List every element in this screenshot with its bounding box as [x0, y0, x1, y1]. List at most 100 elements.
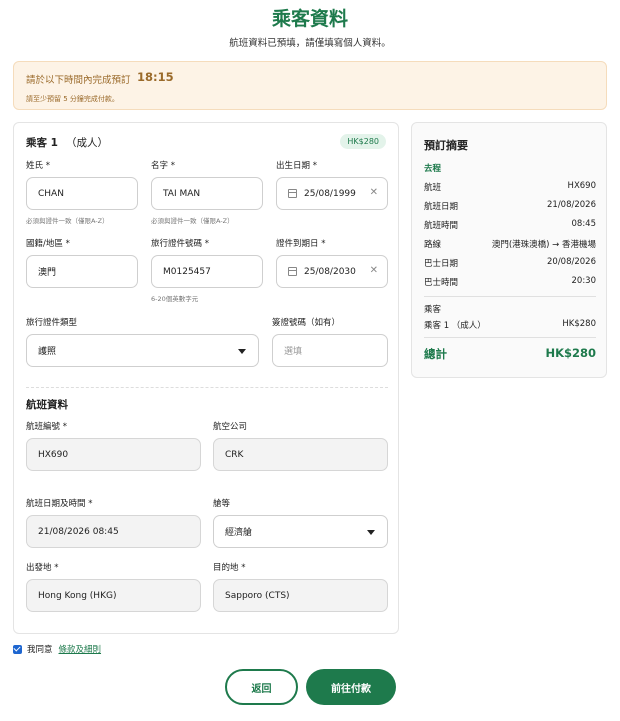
flight-no-label: 航班編號 *: [26, 422, 67, 432]
summary-key: 航班日期: [424, 202, 459, 212]
visa-label: 簽證號碼（如有）: [272, 318, 341, 328]
summary-pax-label: 乘客 1 （成人）: [424, 321, 486, 331]
flight-no-value: HX690: [38, 449, 69, 460]
summary-value: 21/08/2026: [547, 200, 596, 210]
booking-summary-card: 預訂摘要 去程 航班 HX690 航班日期 21/08/2026 航班時間 08:45…: [411, 122, 607, 378]
terms-agreement: 我同意 條款及細則: [13, 643, 101, 655]
summary-pax-header-label: 乘客: [424, 305, 442, 315]
back-button[interactable]: 返回: [225, 669, 298, 705]
cabin-select[interactable]: 經濟艙: [213, 515, 388, 548]
total-label: 總計: [424, 347, 447, 361]
passenger-title: 乘客 1 （成人）: [26, 135, 108, 150]
surname-value: CHAN: [38, 188, 64, 199]
doc-number-label: 旅行證件號碼 *: [151, 239, 209, 249]
surname-hint: 必須與證件一致（僅限A-Z）: [26, 217, 109, 225]
destination-field: Sapporo (CTS): [213, 579, 388, 612]
chevron-down-icon: [367, 530, 375, 535]
timer-banner: 請於以下時間內完成預訂 18:15 請至少預留 5 分鐘完成付款。: [13, 61, 607, 110]
summary-pax-row: 乘客 1 （成人） HK$280: [424, 319, 596, 331]
summary-pax-price: HK$280: [562, 319, 596, 329]
destination-value: Sapporo (CTS): [225, 590, 290, 601]
airline-field: CRK: [213, 438, 388, 471]
doc-type-value: 護照: [38, 347, 57, 357]
dob-label: 出生日期 *: [276, 161, 317, 171]
doc-number-hint: 6-20個英數字元: [151, 295, 199, 303]
flight-section-title: 航班資料: [26, 399, 68, 411]
page-subtitle: 航班資料已預填，請僅填寫個人資料。: [229, 38, 391, 49]
summary-row: 路線 澳門(港珠澳橋) → 香港機場: [424, 238, 596, 250]
airline-value: CRK: [225, 449, 244, 460]
flight-no-field: HX690: [26, 438, 201, 471]
summary-key: 巴士時間: [424, 278, 459, 288]
summary-row: 巴士時間 20:30: [424, 276, 596, 288]
given-name-input[interactable]: TAI MAN: [151, 177, 263, 210]
flight-datetime-field: 21/08/2026 08:45: [26, 515, 201, 548]
origin-field: Hong Kong (HKG): [26, 579, 201, 612]
proceed-to-payment-button[interactable]: 前往付款: [306, 669, 396, 705]
timer-label: 請於以下時間內完成預訂: [26, 75, 131, 86]
origin-label: 出發地 *: [26, 563, 59, 573]
given-name-value: TAI MAN: [163, 188, 201, 199]
visa-placeholder: 選填: [284, 347, 303, 357]
summary-title: 預訂摘要: [424, 139, 468, 152]
doc-expiry-label: 證件到期日 *: [276, 239, 326, 249]
summary-key: 巴士日期: [424, 259, 459, 269]
section-divider: [26, 387, 388, 388]
airline-label: 航空公司: [213, 422, 248, 432]
passenger-type: （成人）: [65, 137, 108, 149]
surname-label: 姓氏 *: [26, 161, 50, 171]
agree-checkbox[interactable]: [13, 644, 22, 654]
doc-type-select[interactable]: 護照: [26, 334, 259, 367]
summary-value: 08:45: [571, 219, 597, 229]
given-name-label: 名字 *: [151, 161, 175, 171]
surname-input[interactable]: CHAN: [26, 177, 138, 210]
origin-value: Hong Kong (HKG): [38, 590, 117, 601]
summary-row: 巴士日期 20/08/2026: [424, 257, 596, 269]
nationality-input[interactable]: 澳門: [26, 255, 138, 288]
terms-link[interactable]: 條款及細則: [59, 643, 102, 655]
flight-datetime-label: 航班日期及時間 *: [26, 499, 93, 509]
summary-divider: [424, 296, 596, 297]
dob-value: 25/08/1999: [304, 188, 356, 199]
summary-value: HX690: [567, 181, 596, 191]
summary-key: 航班時間: [424, 221, 459, 231]
nationality-value: 澳門: [38, 268, 57, 278]
summary-key: 航班: [424, 183, 442, 193]
dob-input[interactable]: 25/08/1999 ✕: [276, 177, 388, 210]
doc-number-input[interactable]: M0125457: [151, 255, 263, 288]
flight-datetime-value: 21/08/2026 08:45: [38, 526, 119, 537]
nationality-label: 國籍/地區 *: [26, 239, 70, 249]
total-value: HK$280: [545, 346, 596, 360]
passenger-number: 乘客 1: [26, 137, 58, 149]
given-name-hint: 必須與證件一致（僅限A-Z）: [151, 217, 234, 225]
summary-row: 航班 HX690: [424, 181, 596, 193]
chevron-down-icon: [238, 349, 246, 354]
summary-pax-header: 乘客: [424, 303, 596, 315]
destination-label: 目的地 *: [213, 563, 246, 573]
summary-row: 航班時間 08:45: [424, 219, 596, 231]
summary-divider: [424, 337, 596, 338]
doc-number-value: M0125457: [163, 266, 211, 277]
summary-key: 路線: [424, 240, 442, 250]
timer-note: 請至少預留 5 分鐘完成付款。: [26, 95, 119, 103]
clear-icon[interactable]: ✕: [370, 266, 378, 276]
cabin-label: 艙等: [213, 499, 231, 509]
clear-icon[interactable]: ✕: [370, 188, 378, 198]
agree-text: 我同意: [27, 645, 53, 655]
passenger-price-badge: HK$280: [340, 134, 386, 149]
calendar-icon: [288, 189, 297, 198]
cabin-value: 經濟艙: [225, 528, 253, 538]
summary-value: 澳門(港珠澳橋) → 香港機場: [491, 240, 596, 250]
doc-type-label: 旅行證件類型: [26, 318, 78, 328]
page-title: 乘客資料: [271, 8, 348, 30]
passenger-form-card: 乘客 1 （成人） HK$280 姓氏 * CHAN 必須與證件一致（僅限A-Z）…: [13, 122, 399, 634]
doc-expiry-input[interactable]: 25/08/2030 ✕: [276, 255, 388, 288]
visa-input[interactable]: 選填: [272, 334, 388, 367]
doc-expiry-value: 25/08/2030: [304, 266, 356, 277]
summary-value: 20/08/2026: [547, 257, 596, 267]
summary-section-label: 去程: [424, 164, 442, 174]
summary-row: 航班日期 21/08/2026: [424, 200, 596, 212]
timer-countdown: 18:15: [137, 70, 174, 84]
summary-value: 20:30: [571, 276, 597, 286]
calendar-icon: [288, 267, 297, 276]
